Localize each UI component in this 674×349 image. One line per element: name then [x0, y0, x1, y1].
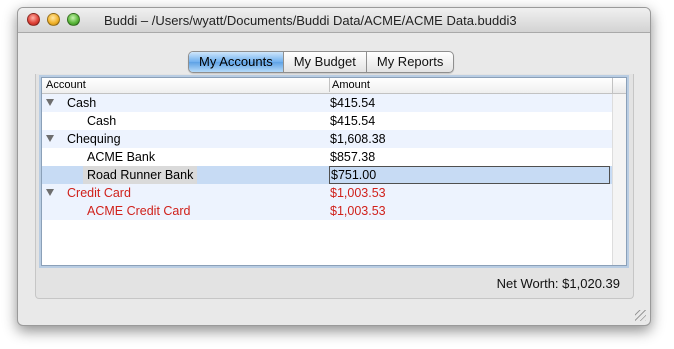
vertical-scrollbar[interactable]: [612, 94, 626, 265]
account-amount: $1,003.53: [330, 204, 386, 218]
table-corner: [612, 78, 626, 94]
tab-my-reports[interactable]: My Reports: [367, 52, 453, 72]
account-name: Chequing: [67, 132, 121, 146]
table-row-chequing-group[interactable]: Chequing $1,608.38: [42, 130, 612, 148]
column-header-account[interactable]: Account: [46, 79, 86, 91]
account-amount: $415.54: [330, 96, 376, 110]
account-name: ACME Credit Card: [87, 204, 191, 218]
close-window-button[interactable]: [27, 13, 40, 26]
account-amount: $1,003.53: [330, 186, 386, 200]
account-name: Road Runner Bank: [83, 166, 198, 184]
tab-bar: My Accounts My Budget My Reports: [188, 51, 455, 73]
account-name: Credit Card: [67, 186, 131, 200]
disclosure-triangle-icon[interactable]: [46, 189, 54, 196]
account-amount: $857.38: [330, 150, 376, 164]
account-amount: $415.54: [330, 114, 376, 128]
table-row-cash-group[interactable]: Cash $415.54: [42, 94, 612, 112]
amount-edit-field[interactable]: $751.00: [329, 166, 610, 184]
table-row-acme-bank[interactable]: ACME Bank $857.38: [42, 148, 612, 166]
table-header: Account Amount: [42, 78, 612, 94]
tab-my-accounts[interactable]: My Accounts: [189, 52, 284, 72]
zoom-window-button[interactable]: [67, 13, 80, 26]
table-row-road-runner-bank[interactable]: Road Runner Bank $751.00: [42, 166, 612, 184]
account-name: ACME Bank: [87, 150, 156, 164]
tab-my-budget[interactable]: My Budget: [284, 52, 367, 72]
disclosure-triangle-icon[interactable]: [46, 99, 54, 106]
column-header-amount[interactable]: Amount: [329, 78, 370, 92]
net-worth-label: Net Worth: $1,020.39: [496, 276, 620, 291]
app-window: Buddi – /Users/wyatt/Documents/Buddi Dat…: [17, 7, 651, 326]
minimize-window-button[interactable]: [47, 13, 60, 26]
account-amount: $1,608.38: [330, 132, 386, 146]
table-row-credit-card-group[interactable]: Credit Card $1,003.53: [42, 184, 612, 202]
account-name: Cash: [67, 96, 97, 110]
disclosure-triangle-icon[interactable]: [46, 135, 54, 142]
table-row-cash[interactable]: Cash $415.54: [42, 112, 612, 130]
window-title: Buddi – /Users/wyatt/Documents/Buddi Dat…: [104, 13, 517, 28]
account-name: Cash: [87, 114, 117, 128]
accounts-table[interactable]: Account Amount Cash $415.54 Cash $415.54…: [41, 77, 627, 266]
title-bar[interactable]: Buddi – /Users/wyatt/Documents/Buddi Dat…: [18, 8, 650, 33]
resize-grip-icon[interactable]: [635, 310, 646, 321]
table-row-acme-credit-card[interactable]: ACME Credit Card $1,003.53: [42, 202, 612, 220]
